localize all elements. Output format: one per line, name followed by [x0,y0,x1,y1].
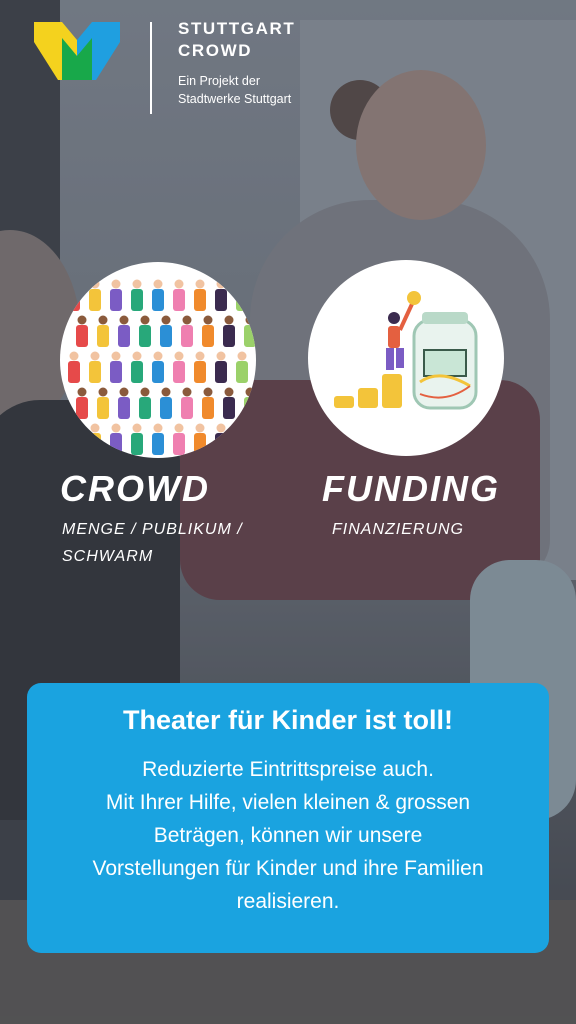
card-body: Reduzierte Eintrittspreise auch. Mit Ihr… [41,753,535,918]
card-body-line: Beträgen, können wir unsere [153,824,423,847]
card-headline: Theater für Kinder ist toll! [122,705,454,735]
stuttgart-crowd-logo [34,22,120,80]
brand-block: STUTTGART CROWD Ein Projekt der Stadtwer… [178,18,295,108]
crowd-people-icon [68,279,256,455]
card-body-line: realisieren. [236,890,340,913]
header-divider [150,22,152,114]
brand-subtitle-line1: Ein Projekt der [178,74,260,88]
brand-title-line1: STUTTGART [178,19,296,38]
info-card: Theater für Kinder ist toll! Reduzierte … [27,683,549,953]
funding-jar-icon [334,291,478,410]
funding-illustration [308,260,504,456]
funding-caption: FINANZIERUNG [332,521,464,538]
crowd-caption: MENGE / PUBLIKUM / SCHWARM [62,516,243,570]
card-body-line: Reduzierte Eintrittspreise auch. [142,758,434,781]
brand-subtitle-line2: Stadtwerke Stuttgart [178,92,292,106]
crowd-illustration [60,262,256,458]
crowd-caption-line1: MENGE / PUBLIKUM / [62,521,243,538]
card-body-line: Vorstellungen für Kinder und ihre Famili… [92,857,484,880]
brand-title-line2: CROWD [178,41,253,60]
crowd-caption-line2: SCHWARM [62,548,154,565]
crowd-heading: CROWD [60,468,210,509]
card-body-line: Mit Ihrer Hilfe, vielen kleinen & grosse… [105,791,471,814]
funding-heading: FUNDING [322,468,500,509]
